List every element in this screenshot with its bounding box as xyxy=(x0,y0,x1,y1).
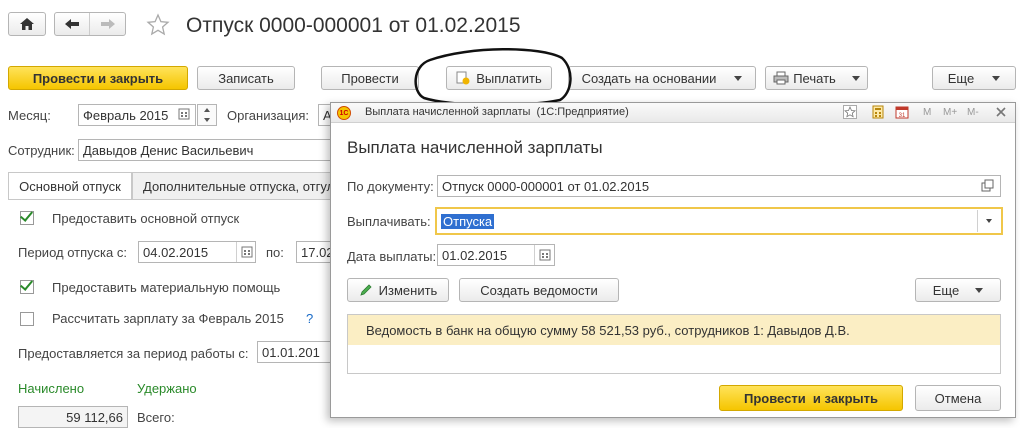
calendar-icon[interactable] xyxy=(178,108,190,123)
open-link-icon[interactable] xyxy=(981,179,995,196)
pay-select[interactable]: Отпуска xyxy=(435,207,1003,235)
window-title: Отпуск 0000-000001 от 01.02.2015 xyxy=(186,14,521,37)
chevron-down-icon xyxy=(734,75,743,81)
tab-divider xyxy=(8,199,338,200)
create-based-on-label: Создать на основании xyxy=(581,70,717,86)
doc-field[interactable]: Отпуск 0000-000001 от 01.02.2015 xyxy=(437,175,1001,197)
create-statements-button[interactable]: Создать ведомости xyxy=(459,278,619,302)
chevron-down-icon xyxy=(975,287,984,293)
forward-arrow-icon[interactable] xyxy=(90,13,125,35)
work-period-field[interactable]: 01.01.201 xyxy=(257,341,338,363)
cancel-button[interactable]: Отмена xyxy=(915,385,1001,411)
calendar-icon[interactable]: 31 xyxy=(895,105,909,122)
home-icon xyxy=(20,18,34,30)
calculator-icon[interactable] xyxy=(871,105,885,122)
dialog-caption: Выплата начисленной зарплаты (1С:Предпри… xyxy=(365,106,629,118)
svg-text:31: 31 xyxy=(899,113,906,119)
period-to-label: по: xyxy=(266,245,284,260)
period-label: Период отпуска с: xyxy=(18,245,127,260)
more-button[interactable]: Еще xyxy=(932,66,1016,90)
memory-plus-button[interactable]: M+ xyxy=(943,107,957,118)
material-help-checkbox[interactable] xyxy=(20,280,34,294)
calendar-icon[interactable] xyxy=(534,245,554,265)
chevron-down-icon xyxy=(851,75,860,81)
material-help-label: Предоставить материальную помощь xyxy=(52,280,281,295)
work-period-label: Предоставляется за период работы с: xyxy=(18,346,249,361)
memory-button[interactable]: M xyxy=(923,107,931,118)
date-label: Дата выплаты: xyxy=(347,249,437,264)
grant-main-vacation-checkbox[interactable] xyxy=(20,211,34,225)
month-stepper[interactable] xyxy=(197,104,217,126)
pay-select-value: Отпуска xyxy=(441,213,495,229)
calendar-icon[interactable] xyxy=(236,242,256,262)
employee-label: Сотрудник: xyxy=(8,143,75,158)
save-button[interactable]: Записать xyxy=(197,66,295,90)
print-label: Печать xyxy=(793,70,836,86)
post-and-close-button[interactable]: Провести и закрыть xyxy=(8,66,188,90)
chevron-down-icon[interactable] xyxy=(977,210,999,232)
list-item[interactable]: Ведомость в банк на общую сумму 58 521,5… xyxy=(348,315,1000,345)
pay-label: Выплачивать: xyxy=(347,214,431,229)
help-link[interactable]: ? xyxy=(306,311,313,326)
close-icon[interactable] xyxy=(995,106,1007,121)
tab-additional-vacation[interactable]: Дополнительные отпуска, отгул xyxy=(132,172,338,200)
payment-dialog: 1C Выплата начисленной зарплаты (1С:Пред… xyxy=(330,102,1016,418)
app-logo-icon: 1C xyxy=(337,106,351,120)
accrued-value-field: 59 112,66 xyxy=(18,406,128,428)
tab-main-vacation[interactable]: Основной отпуск xyxy=(8,172,132,200)
accrued-label: Начислено xyxy=(18,381,85,396)
post-button[interactable]: Провести xyxy=(321,66,419,90)
memory-minus-button[interactable]: M- xyxy=(967,107,979,118)
month-label: Месяц: xyxy=(8,108,51,123)
dialog-heading: Выплата начисленной зарплаты xyxy=(347,138,603,157)
dialog-more-button[interactable]: Еще xyxy=(915,278,1001,302)
back-arrow-icon[interactable] xyxy=(55,13,91,35)
chevron-down-icon xyxy=(992,75,1001,81)
edit-button[interactable]: Изменить xyxy=(347,278,449,302)
month-value: Февраль 2015 xyxy=(83,107,169,123)
calc-salary-checkbox[interactable] xyxy=(20,312,34,326)
home-button[interactable] xyxy=(8,12,46,36)
withheld-label: Удержано xyxy=(137,381,197,396)
dialog-post-and-close-button[interactable]: Провести и закрыть xyxy=(719,385,903,411)
print-button[interactable]: Печать xyxy=(765,66,868,90)
statements-list: Ведомость в банк на общую сумму 58 521,5… xyxy=(347,314,1001,374)
favorite-star-icon[interactable] xyxy=(843,105,857,122)
dialog-caption-bar: 1C Выплата начисленной зарплаты (1С:Пред… xyxy=(331,103,1015,123)
total-label: Всего: xyxy=(137,410,175,425)
employee-field[interactable]: Давыдов Денис Васильевич xyxy=(78,139,338,161)
favorite-star-icon[interactable] xyxy=(146,13,170,40)
organization-label: Организация: xyxy=(227,108,310,123)
nav-buttons xyxy=(54,12,126,36)
printer-icon xyxy=(773,71,789,85)
create-based-on-button[interactable]: Создать на основании xyxy=(568,66,756,90)
more-label: Еще xyxy=(947,70,975,86)
doc-label: По документу: xyxy=(347,179,434,194)
calc-salary-label: Рассчитать зарплату за Февраль 2015 xyxy=(52,311,284,326)
pencil-icon xyxy=(360,284,372,296)
grant-main-vacation-label: Предоставить основной отпуск xyxy=(52,211,240,226)
